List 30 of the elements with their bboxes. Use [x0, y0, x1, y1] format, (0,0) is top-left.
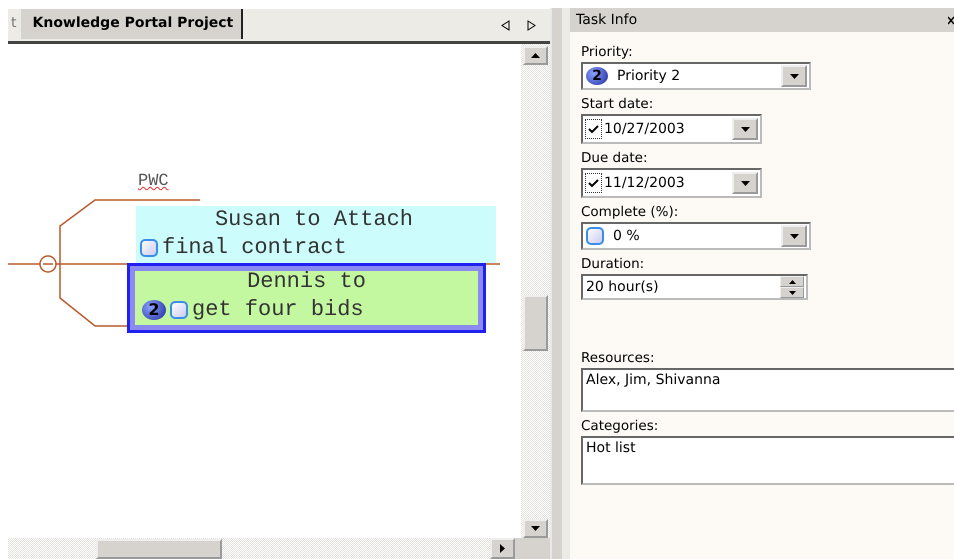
- text-area[interactable]: Hot list: [581, 436, 954, 485]
- topic-text: get four bids: [192, 296, 364, 324]
- field-label: Start date:: [581, 96, 654, 112]
- spin-field[interactable]: 20 hour(s): [581, 274, 808, 300]
- dropdown-field[interactable]: 2 Priority 2: [581, 62, 811, 90]
- topic-text: Susan to Attach: [214, 206, 414, 234]
- topic-node[interactable]: Dennis to 2 get four bids: [127, 263, 486, 333]
- field-value: Priority 2: [617, 68, 680, 84]
- field-value: 20 hour(s): [586, 279, 659, 295]
- dropdown-field[interactable]: 0 %: [581, 222, 811, 250]
- branch-label: PWC: [138, 172, 169, 191]
- text-area[interactable]: Alex, Jim, Shivanna: [581, 368, 954, 412]
- date-field[interactable]: 10/27/2003: [581, 114, 762, 144]
- panel-title: Task Info: [576, 12, 638, 28]
- field-value: 11/12/2003: [604, 175, 685, 191]
- field-label: Resources:: [581, 350, 656, 366]
- priority-badge: 2: [142, 300, 166, 320]
- topic-text: final contract: [162, 234, 347, 262]
- topic-text: Dennis to: [247, 268, 366, 296]
- topic-node[interactable]: Susan to Attach final contract: [136, 206, 496, 263]
- field-label: Complete (%):: [581, 204, 680, 220]
- priority-badge: 2: [586, 67, 608, 85]
- tab[interactable]: Knowledge Portal Project: [20, 9, 244, 39]
- field-label: Duration:: [581, 256, 646, 272]
- date-field[interactable]: 11/12/2003: [581, 168, 762, 198]
- field-value: 0 %: [613, 228, 640, 244]
- field-label: Priority:: [581, 44, 634, 60]
- field-value: 10/27/2003: [604, 121, 685, 137]
- field-label: Categories:: [581, 418, 660, 434]
- field-label: Due date:: [581, 150, 649, 166]
